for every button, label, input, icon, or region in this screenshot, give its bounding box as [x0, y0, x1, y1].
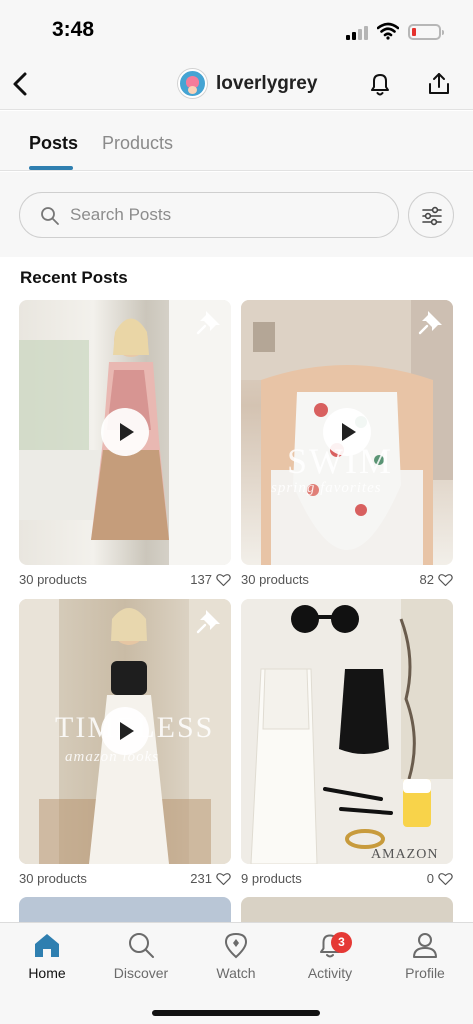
post-overlay-title: AMAZON: [371, 847, 439, 862]
post-thumbnail: [241, 599, 453, 864]
user-icon: [413, 933, 437, 958]
heart-icon: [216, 872, 231, 885]
tab-posts[interactable]: Posts: [29, 133, 78, 154]
nav-discover-label: Discover: [113, 965, 169, 981]
like-count[interactable]: 0: [427, 871, 453, 886]
notification-bell-icon[interactable]: [366, 70, 394, 98]
likes-value: 137: [190, 572, 212, 587]
heart-icon: [438, 573, 453, 586]
status-bar: 3:48: [0, 0, 473, 60]
tab-bar: Posts Products: [0, 111, 473, 171]
search-icon: [129, 933, 154, 958]
like-count[interactable]: 231: [190, 871, 231, 886]
heart-icon: [438, 872, 453, 885]
sliders-icon: [422, 206, 442, 226]
tab-products[interactable]: Products: [102, 133, 173, 154]
wifi-icon: [377, 22, 399, 40]
status-time: 3:48: [52, 18, 95, 41]
likes-value: 0: [426, 871, 434, 886]
like-count[interactable]: 82: [420, 572, 453, 587]
post-card[interactable]: SWIM spring favorites: [241, 300, 453, 565]
nav-watch-label: Watch: [216, 965, 256, 981]
post-overlay-subtitle: spring favorites: [271, 480, 382, 496]
home-icon: [35, 934, 59, 957]
search-input[interactable]: [70, 201, 380, 229]
back-icon[interactable]: [8, 70, 34, 98]
pin-icon: [196, 311, 220, 335]
nav-home[interactable]: Home: [7, 931, 87, 991]
bottom-nav: Home Discover Watch 3 Activity Profile: [0, 922, 473, 1024]
nav-discover[interactable]: Discover: [101, 931, 181, 991]
nav-profile[interactable]: Profile: [385, 931, 465, 991]
filter-button[interactable]: [408, 192, 454, 238]
post-meta: 9 products 0: [241, 871, 453, 891]
play-icon[interactable]: [101, 408, 149, 456]
product-count: 9 products: [241, 871, 302, 886]
like-count[interactable]: 137: [190, 572, 231, 587]
battery-icon: [408, 24, 444, 40]
signal-icon: [346, 26, 370, 40]
post-meta: 30 products 82: [241, 572, 453, 592]
active-tab-indicator: [29, 166, 73, 170]
nav-profile-label: Profile: [405, 965, 445, 981]
nav-home-label: Home: [28, 965, 66, 981]
heart-icon: [216, 573, 231, 586]
search-box[interactable]: [19, 192, 399, 238]
profile-brand[interactable]: loverlygrey: [178, 69, 317, 98]
recent-posts-title: Recent Posts: [20, 268, 128, 287]
search-icon: [41, 207, 59, 225]
product-count: 30 products: [241, 572, 309, 587]
pin-icon: [418, 311, 442, 335]
nav-watch[interactable]: Watch: [196, 931, 276, 991]
product-count: 30 products: [19, 871, 87, 886]
post-card[interactable]: TIMELESS amazon looks: [19, 599, 231, 864]
profile-header: loverlygrey: [0, 60, 473, 110]
avatar: [178, 69, 207, 98]
post-meta: 30 products 231: [19, 871, 231, 891]
play-icon[interactable]: [101, 707, 149, 755]
play-icon[interactable]: [323, 408, 371, 456]
notification-badge: 3: [331, 932, 352, 953]
nav-activity-label: Activity: [307, 965, 353, 981]
likes-value: 231: [190, 871, 212, 886]
search-area: [0, 172, 473, 257]
home-indicator: [152, 1010, 320, 1016]
pin-icon: [196, 610, 220, 634]
product-count: 30 products: [19, 572, 87, 587]
nav-activity[interactable]: 3 Activity: [290, 931, 370, 991]
share-icon[interactable]: [426, 70, 452, 98]
profile-name: loverlygrey: [216, 72, 318, 94]
post-card[interactable]: [19, 300, 231, 565]
watch-icon: [224, 932, 248, 959]
post-card[interactable]: AMAZON: [241, 599, 453, 864]
post-meta: 30 products 137: [19, 572, 231, 592]
likes-value: 82: [419, 572, 434, 587]
